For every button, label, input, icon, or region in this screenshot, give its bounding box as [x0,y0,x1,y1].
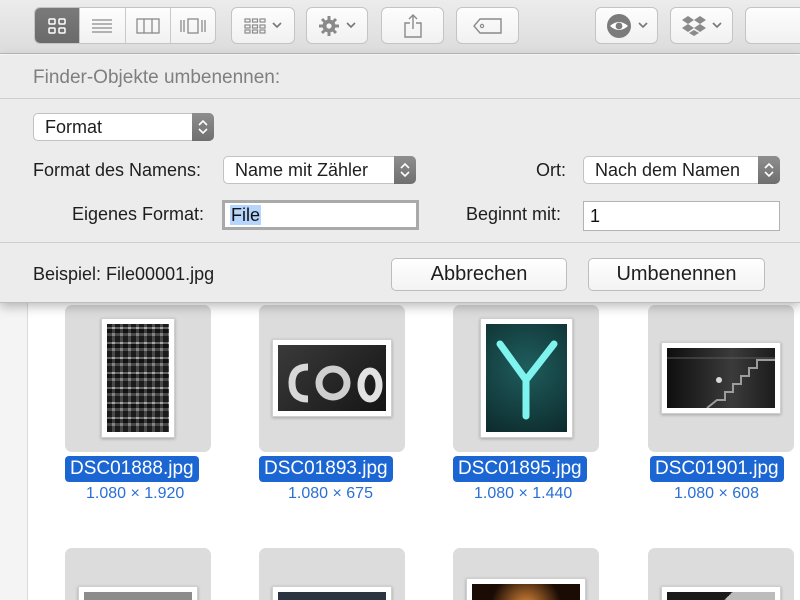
thumbnail-highlight [259,548,405,600]
thumbnail-highlight [648,548,794,600]
photo-neon-letters [278,345,386,411]
thumbnail-highlight [453,548,599,600]
chevron-down-icon [711,22,722,29]
gear-icon [319,15,339,36]
eye-icon [606,13,631,38]
list-icon [92,18,113,33]
group-by-button[interactable] [231,7,295,44]
rename-mode-popup[interactable]: Format [33,113,214,141]
finder-toolbar [0,0,800,54]
example-preview: Beispiel: File00001.jpg [33,264,215,284]
thumbnail [661,342,781,414]
rename-mode-value: Format [45,117,103,137]
search-field[interactable] [745,7,800,44]
file-dimensions: 1.080 × 1.920 [86,485,185,502]
location-value: Nach dem Namen [595,160,741,180]
chevron-down-icon [272,22,282,29]
icon-view-button[interactable] [35,8,81,43]
cover-flow-icon [180,17,206,34]
sheet-title: Finder-Objekte umbenennen: [33,67,281,88]
thumbnail-highlight [65,305,211,452]
start-number-label: Beginnt mit: [466,204,562,224]
up-down-arrows-icon [394,156,416,184]
up-down-arrows-icon [758,156,780,184]
tag-icon [472,17,502,34]
quick-look-button[interactable] [595,7,658,44]
list-view-button[interactable] [80,8,126,43]
columns-icon [135,17,160,34]
file-name[interactable]: DSC01893.jpg [259,456,393,482]
column-view-button[interactable] [126,8,171,43]
dropbox-icon [681,15,706,36]
name-format-value: Name mit Zähler [235,160,369,180]
thumbnail-highlight [453,305,599,452]
photo-stairs [667,348,775,408]
file-name[interactable]: DSC01888.jpg [65,456,199,482]
cancel-button[interactable]: Abbrechen [391,258,567,291]
dropbox-button[interactable] [670,7,733,44]
photo-stickers [107,324,169,432]
view-switcher [34,7,216,44]
thumbnail-highlight [648,305,794,452]
photo [667,592,775,600]
photo [84,592,192,600]
location-popup[interactable]: Nach dem Namen [583,156,780,184]
photo [278,592,386,600]
cover-flow-view-button[interactable] [171,8,215,43]
chevron-down-icon [346,22,356,29]
tag-button[interactable] [456,7,519,44]
file-dimensions: 1.080 × 675 [288,485,373,502]
rename-sheet: Finder-Objekte umbenennen: Format Format… [0,55,800,303]
file-name[interactable]: DSC01901.jpg [650,456,784,482]
file-dimensions: 1.080 × 1.440 [474,485,573,502]
up-down-arrows-icon [192,113,214,141]
grid-icon [48,17,66,34]
thumbnail [78,586,198,600]
chevron-down-icon [637,22,648,29]
thumbnail [466,578,586,600]
thumbnail [480,318,573,438]
thumbnail-highlight [65,548,211,600]
thumbnail [661,586,781,600]
custom-format-input[interactable]: File [222,200,419,230]
thumbnail-highlight [259,305,405,452]
sidebar [0,303,28,600]
share-icon [403,13,422,38]
divider [0,242,800,243]
file-name[interactable]: DSC01895.jpg [453,456,587,482]
thumbnail [272,586,392,600]
photo [472,584,580,600]
custom-format-label: Eigenes Format: [72,204,205,224]
thumbnail [272,339,392,417]
divider [0,98,800,99]
share-button[interactable] [381,7,444,44]
name-format-label: Format des Namens: [33,160,202,180]
rename-button[interactable]: Umbenennen [588,258,765,291]
photo-neon-y [486,324,567,432]
custom-format-text: File [230,205,262,225]
name-format-popup[interactable]: Name mit Zähler [223,156,416,184]
thumbnail [101,318,175,438]
file-dimensions: 1.080 × 608 [674,485,759,502]
group-icon [244,17,266,34]
action-button[interactable] [306,7,368,44]
location-label: Ort: [536,160,566,180]
start-number-input[interactable]: 1 [583,201,780,231]
